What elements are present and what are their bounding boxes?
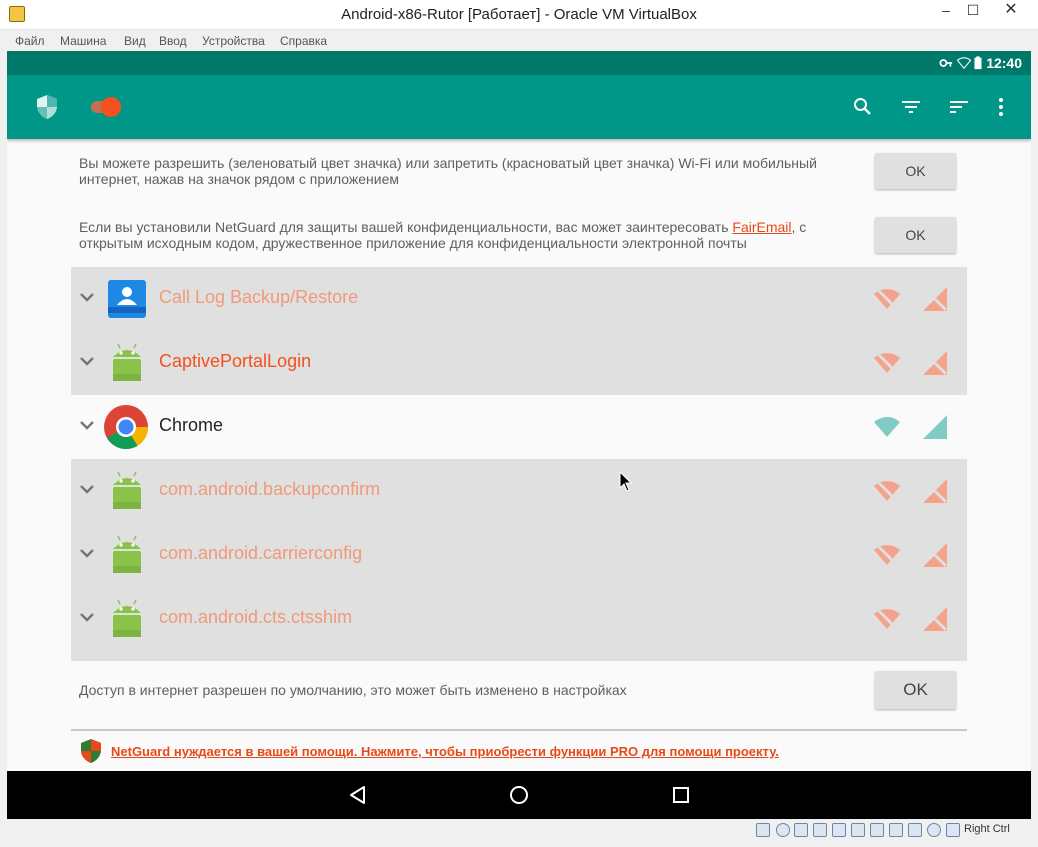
chevron-down-icon[interactable] bbox=[79, 353, 95, 369]
wifi-status-icon bbox=[957, 57, 971, 70]
host-key-label: Right Ctrl bbox=[964, 823, 1010, 835]
default-access-text: Доступ в интернет разрешен по умолчанию,… bbox=[79, 682, 627, 698]
audio-icon[interactable] bbox=[794, 823, 808, 837]
display-icon[interactable] bbox=[870, 823, 884, 837]
filter-icon[interactable] bbox=[899, 95, 923, 119]
pro-shield-icon bbox=[81, 739, 101, 763]
wifi-help-text: Вы можете разрешить (зеленоватый цвет зн… bbox=[79, 155, 817, 187]
window-title: Android-x86-Rutor [Работает] - Oracle VM… bbox=[341, 6, 697, 23]
app-row[interactable]: CaptivePortalLogin bbox=[71, 331, 967, 395]
chevron-down-icon[interactable] bbox=[79, 609, 95, 625]
mobile-blocked-icon[interactable] bbox=[921, 349, 949, 377]
app-name: CaptivePortalLogin bbox=[159, 351, 312, 371]
menu-input[interactable]: Ввод bbox=[159, 34, 187, 48]
optical-drive-icon[interactable] bbox=[776, 823, 790, 837]
ok-button-fairemail[interactable]: OK bbox=[875, 217, 956, 253]
app-name: Call Log Backup/Restore bbox=[159, 287, 359, 307]
pro-link[interactable]: NetGuard нуждается в вашей помощи. Нажми… bbox=[111, 744, 779, 759]
search-icon[interactable] bbox=[851, 95, 875, 119]
vt-x-icon[interactable] bbox=[908, 823, 922, 837]
app-name: com.android.carrierconfig bbox=[159, 543, 363, 563]
hdd-icon[interactable] bbox=[756, 823, 770, 837]
window-titlebar: Android-x86-Rutor [Работает] - Oracle VM… bbox=[0, 0, 1038, 30]
android-screen: 12:40 Вы можете разрешить (зеленоватый ц… bbox=[7, 51, 1031, 819]
more-vert-icon[interactable] bbox=[989, 95, 1013, 119]
menu-help[interactable]: Справка bbox=[280, 34, 327, 48]
status-bar: 12:40 bbox=[7, 51, 1031, 75]
app-bar bbox=[7, 75, 1031, 139]
host-status-bar: Right Ctrl bbox=[0, 819, 1038, 847]
app-row[interactable]: com.android.backupconfirm bbox=[71, 459, 967, 523]
android-icon bbox=[113, 599, 141, 637]
android-icon bbox=[113, 471, 141, 509]
battery-icon bbox=[974, 56, 982, 70]
main-content: Вы можете разрешить (зеленоватый цвет зн… bbox=[7, 139, 1031, 771]
wifi-blocked-icon[interactable] bbox=[873, 605, 901, 633]
ok-button-default-access[interactable]: OK bbox=[875, 671, 956, 709]
clock: 12:40 bbox=[986, 55, 1022, 71]
mobile-blocked-icon[interactable] bbox=[921, 477, 949, 505]
vpn-key-icon bbox=[939, 59, 953, 67]
android-icon bbox=[113, 535, 141, 573]
app-name: com.android.cts.ctsshim bbox=[159, 607, 353, 627]
contacts-icon bbox=[108, 280, 146, 318]
wifi-blocked-icon[interactable] bbox=[873, 285, 901, 313]
netguard-shield-icon bbox=[37, 95, 57, 119]
navigation-bar bbox=[7, 771, 1031, 819]
wifi-blocked-icon[interactable] bbox=[873, 541, 901, 569]
usb-icon[interactable] bbox=[832, 823, 846, 837]
wifi-allowed-icon[interactable] bbox=[873, 413, 901, 441]
android-icon bbox=[113, 343, 141, 381]
close-button[interactable]: ✕ bbox=[987, 0, 1035, 22]
app-name: Chrome bbox=[159, 415, 224, 435]
app-row[interactable]: com.android.cts.ctsshim bbox=[71, 587, 967, 661]
video-capture-icon[interactable] bbox=[889, 823, 903, 837]
menu-view[interactable]: Вид bbox=[124, 34, 146, 48]
toggle-thumb bbox=[101, 97, 121, 117]
fairemail-text: Если вы установили NetGuard для защиты в… bbox=[79, 219, 859, 251]
mouse-cursor-icon bbox=[619, 471, 633, 492]
menu-bar: Файл Машина Вид Ввод Устройства Справка bbox=[0, 30, 1038, 51]
app-row[interactable]: Chrome bbox=[71, 395, 967, 459]
wifi-blocked-icon[interactable] bbox=[873, 477, 901, 505]
mobile-blocked-icon[interactable] bbox=[921, 541, 949, 569]
sort-icon[interactable] bbox=[947, 95, 971, 119]
menu-machine[interactable]: Машина bbox=[60, 34, 106, 48]
recents-icon[interactable] bbox=[669, 783, 693, 807]
chevron-down-icon[interactable] bbox=[79, 289, 95, 305]
divider bbox=[71, 729, 967, 731]
network-icon[interactable] bbox=[813, 823, 827, 837]
chrome-icon bbox=[104, 405, 149, 450]
mouse-integration-icon[interactable] bbox=[927, 823, 941, 837]
home-icon[interactable] bbox=[507, 783, 531, 807]
wifi-blocked-icon[interactable] bbox=[873, 349, 901, 377]
app-row[interactable]: Call Log Backup/Restore bbox=[71, 267, 967, 331]
app-name: com.android.backupconfirm bbox=[159, 479, 381, 499]
menu-devices[interactable]: Устройства bbox=[202, 34, 265, 48]
mobile-blocked-icon[interactable] bbox=[921, 605, 949, 633]
mobile-allowed-icon[interactable] bbox=[921, 413, 949, 441]
chevron-down-icon[interactable] bbox=[79, 417, 95, 433]
keyboard-capture-icon[interactable] bbox=[946, 823, 960, 837]
chevron-down-icon[interactable] bbox=[79, 481, 95, 497]
ok-button-wifi-help[interactable]: OK bbox=[875, 153, 956, 189]
chevron-down-icon[interactable] bbox=[79, 545, 95, 561]
app-row[interactable]: com.android.carrierconfig bbox=[71, 523, 967, 587]
back-icon[interactable] bbox=[346, 783, 370, 807]
fairemail-link[interactable]: FairEmail bbox=[732, 219, 791, 235]
mobile-blocked-icon[interactable] bbox=[921, 285, 949, 313]
fairemail-text-before: Если вы установили NetGuard для защиты в… bbox=[79, 219, 733, 235]
enable-toggle[interactable] bbox=[91, 97, 125, 117]
shared-folder-icon[interactable] bbox=[851, 823, 865, 837]
menu-file[interactable]: Файл bbox=[15, 34, 45, 48]
